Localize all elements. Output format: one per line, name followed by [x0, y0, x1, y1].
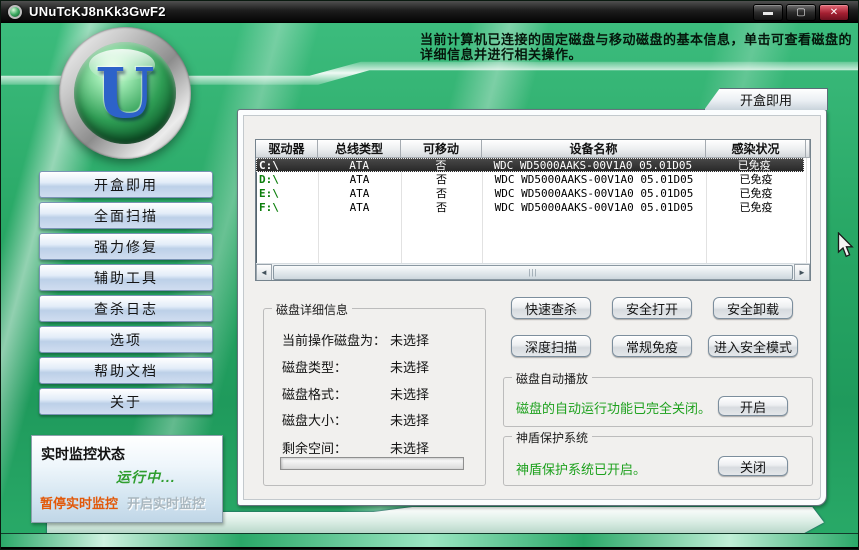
drive-table[interactable]: 驱动器 总线类型 可移动 设备名称 感染状况 C:\ ATA 否 WDC WD5… [255, 139, 811, 281]
table-row-drive-f[interactable]: F:\ ATA 否 WDC WD5000AAKS-00V1A0 05.01D05… [256, 200, 810, 214]
detail-value: 未选择 [390, 384, 429, 403]
detail-label: 磁盘格式： [282, 384, 347, 403]
detail-value: 未选择 [390, 410, 429, 429]
cell-bus: ATA [318, 173, 401, 186]
disk-details-legend: 磁盘详细信息 [272, 301, 352, 318]
cell-drive: D:\ [256, 173, 318, 186]
bottom-border [1, 547, 858, 549]
logo-letter: U [95, 54, 154, 134]
detail-label: 当前操作磁盘为： [282, 330, 386, 349]
maximize-button[interactable]: ▢ [786, 4, 816, 21]
autoplay-legend: 磁盘自动播放 [512, 370, 592, 387]
sidebar-item-about[interactable]: 关于 [39, 388, 213, 415]
detail-label: 剩余空间： [282, 438, 347, 457]
close-button[interactable]: ✕ [819, 4, 849, 21]
immunize-button[interactable]: 常规免疫 [612, 335, 692, 357]
app-icon [8, 5, 22, 19]
safe-open-button[interactable]: 安全打开 [612, 297, 692, 319]
scrollbar-thumb[interactable]: ||| [273, 265, 793, 280]
cell-drive: E:\ [256, 187, 318, 200]
cell-device: WDC WD5000AAKS-00V1A0 05.01D05 [482, 187, 706, 200]
shield-disable-button[interactable]: 关闭 [718, 456, 788, 476]
autoplay-status-text: 磁盘的自动运行功能已完全关闭。 [516, 398, 711, 417]
application-window: UNuTcKJ8nKk3GwF2 ▬ ▢ ✕ 当前计算机已连接的固定磁盘与移动磁… [0, 0, 859, 550]
column-header-bus[interactable]: 总线类型 [318, 140, 401, 158]
table-row-drive-e[interactable]: E:\ ATA 否 WDC WD5000AAKS-00V1A0 05.01D05… [256, 186, 810, 200]
banner-description: 当前计算机已连接的固定磁盘与移动磁盘的基本信息，单击可查看磁盘的详细信息并进行相… [420, 32, 856, 62]
column-header-drive[interactable]: 驱动器 [256, 140, 318, 158]
column-header-filler [806, 140, 810, 158]
table-row-drive-c[interactable]: C:\ ATA 否 WDC WD5000AAKS-00V1A0 05.01D05… [256, 158, 804, 172]
realtime-monitor-panel: 实时监控状态 运行中... 暂停实时监控 开启实时监控 [31, 435, 223, 523]
window-controls: ▬ ▢ ✕ [753, 4, 849, 21]
deep-scan-button[interactable]: 深度扫描 [511, 335, 591, 357]
app-logo: U [59, 27, 191, 159]
sidebar-item-open-box[interactable]: 开盒即用 [39, 171, 213, 198]
window-title: UNuTcKJ8nKk3GwF2 [29, 4, 166, 19]
table-row-drive-d[interactable]: D:\ ATA 否 WDC WD5000AAKS-00V1A0 05.01D05… [256, 172, 810, 186]
cell-device: WDC WD5000AAKS-00V1A0 05.01D05 [482, 173, 706, 186]
sidebar-item-power-fix[interactable]: 强力修复 [39, 233, 213, 260]
cell-bus: ATA [318, 159, 401, 172]
minimize-button[interactable]: ▬ [753, 4, 783, 21]
logo-orb-icon: U [74, 42, 176, 144]
scan-progress-bar [280, 457, 464, 470]
title-bar[interactable]: UNuTcKJ8nKk3GwF2 ▬ ▢ ✕ [1, 1, 858, 23]
bottom-green-strip [1, 533, 858, 547]
enter-safe-mode-button[interactable]: 进入安全模式 [708, 335, 798, 357]
detail-label: 磁盘大小： [282, 410, 347, 429]
cell-removable: 否 [401, 199, 482, 215]
shield-legend: 神盾保护系统 [512, 429, 592, 446]
detail-value: 未选择 [390, 438, 429, 457]
detail-value: 未选择 [390, 357, 429, 376]
cell-device: WDC WD5000AAKS-00V1A0 05.01D05 [481, 159, 704, 172]
monitor-title: 实时监控状态 [41, 444, 125, 464]
mouse-cursor-icon [837, 232, 855, 264]
table-header-row: 驱动器 总线类型 可移动 设备名称 感染状况 [256, 140, 810, 158]
column-header-removable[interactable]: 可移动 [401, 140, 482, 158]
detail-value: 未选择 [390, 330, 429, 349]
safe-eject-button[interactable]: 安全卸载 [713, 297, 793, 319]
detail-label: 磁盘类型： [282, 357, 347, 376]
tab-open-box-ready[interactable]: 开盒即用 [704, 88, 828, 110]
shield-group: 神盾保护系统 神盾保护系统已开启。 关闭 [503, 436, 813, 486]
cell-drive: F:\ [256, 201, 318, 214]
cell-bus: ATA [318, 201, 401, 214]
sidebar-item-full-scan[interactable]: 全面扫描 [39, 202, 213, 229]
horizontal-scrollbar[interactable]: ◄ ||| ► [256, 263, 810, 280]
start-monitor-link: 开启实时监控 [127, 493, 205, 512]
quick-scan-button[interactable]: 快速查杀 [511, 297, 591, 319]
shield-status-text: 神盾保护系统已开启。 [516, 459, 646, 478]
disk-details-group: 磁盘详细信息 当前操作磁盘为： 未选择 磁盘类型： 未选择 磁盘格式： 未选择 … [263, 308, 486, 486]
sidebar-item-help-docs[interactable]: 帮助文档 [39, 357, 213, 384]
cell-status: 已免疫 [706, 199, 806, 215]
scroll-right-icon[interactable]: ► [794, 264, 810, 281]
cell-device: WDC WD5000AAKS-00V1A0 05.01D05 [482, 201, 706, 214]
column-header-device[interactable]: 设备名称 [482, 140, 706, 158]
autoplay-group: 磁盘自动播放 磁盘的自动运行功能已完全关闭。 开启 [503, 377, 813, 427]
sidebar-item-options[interactable]: 选项 [39, 326, 213, 353]
autoplay-enable-button[interactable]: 开启 [718, 396, 788, 416]
monitor-status-text: 运行中... [116, 467, 176, 487]
sidebar-item-aux-tools[interactable]: 辅助工具 [39, 264, 213, 291]
cell-drive: C:\ [256, 159, 318, 172]
pause-monitor-link[interactable]: 暂停实时监控 [40, 493, 118, 512]
sidebar-item-scan-log[interactable]: 查杀日志 [39, 295, 213, 322]
scroll-left-icon[interactable]: ◄ [256, 264, 272, 281]
column-header-infection[interactable]: 感染状况 [706, 140, 806, 158]
cell-bus: ATA [318, 187, 401, 200]
